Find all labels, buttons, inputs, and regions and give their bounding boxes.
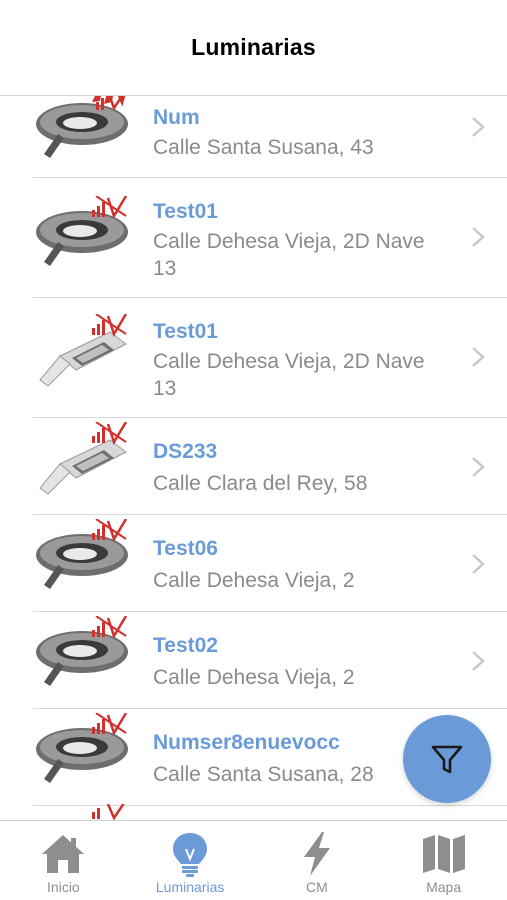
nav-header: Luminarias	[0, 0, 507, 96]
round-streetlight-icon	[30, 518, 130, 595]
tab-label: CM	[305, 879, 328, 895]
luminaire-address: Calle Santa Susana, 43	[153, 136, 374, 159]
chevron-right-icon	[472, 117, 485, 137]
tab-bar: Inicio Luminarias CM Mapa	[0, 820, 507, 900]
luminaire-name: Test01	[153, 200, 218, 223]
luminaire-address: Calle Dehesa Vieja, 2D Nave 13	[153, 230, 425, 280]
chevron-right-icon	[472, 227, 485, 247]
rectangular-streetlight-icon	[30, 313, 130, 390]
luminaire-address: Calle Dehesa Vieja, 2	[153, 666, 355, 689]
luminaire-name: Test06	[153, 537, 218, 560]
tab-luminarias[interactable]: Luminarias	[127, 821, 254, 900]
list-item[interactable]	[0, 799, 507, 820]
lightbulb-icon	[166, 831, 214, 877]
map-icon	[420, 831, 468, 877]
home-icon	[39, 831, 87, 877]
chevron-right-icon	[472, 554, 485, 574]
tab-label: Mapa	[426, 879, 462, 895]
luminaire-list[interactable]: Num Calle Santa Susana, 43 Test01 Calle …	[0, 96, 507, 820]
round-streetlight-icon	[30, 195, 130, 272]
luminaire-address: Calle Dehesa Vieja, 2	[153, 569, 355, 592]
round-streetlight-icon	[30, 712, 130, 789]
luminaire-name: Num	[153, 106, 200, 129]
list-item[interactable]: Num Calle Santa Susana, 43	[0, 96, 507, 178]
chevron-right-icon	[472, 347, 485, 367]
list-item[interactable]: Test01 Calle Dehesa Vieja, 2D Nave 13	[0, 298, 507, 418]
luminaire-name: Numser8enuevocc	[153, 731, 340, 754]
tab-cm[interactable]: CM	[254, 821, 381, 900]
luminaire-name: DS233	[153, 440, 218, 463]
luminaire-address: Calle Dehesa Vieja, 2D Nave 13	[153, 350, 425, 400]
tab-inicio[interactable]: Inicio	[0, 821, 127, 900]
round-streetlight-icon	[30, 615, 130, 692]
luminaire-name: Test02	[153, 634, 218, 657]
luminaire-address: Calle Clara del Rey, 58	[153, 472, 368, 495]
list-item[interactable]: Test02 Calle Dehesa Vieja, 2	[0, 612, 507, 709]
list-item[interactable]: Test01 Calle Dehesa Vieja, 2D Nave 13	[0, 178, 507, 298]
filter-icon	[431, 745, 463, 774]
tab-mapa[interactable]: Mapa	[380, 821, 507, 900]
filter-button[interactable]	[403, 715, 491, 803]
list-item[interactable]: Test06 Calle Dehesa Vieja, 2	[0, 515, 507, 612]
rectangular-streetlight-icon	[30, 421, 130, 498]
tab-label: Luminarias	[155, 879, 225, 895]
lightning-icon	[293, 831, 341, 877]
round-streetlight-icon	[30, 96, 130, 164]
chevron-right-icon	[472, 457, 485, 477]
page-title: Luminarias	[191, 34, 316, 60]
round-streetlight-icon	[30, 799, 130, 820]
tab-label: Inicio	[47, 879, 80, 895]
list-item[interactable]: DS233 Calle Clara del Rey, 58	[0, 418, 507, 515]
chevron-right-icon	[472, 651, 485, 671]
luminaire-name: Test01	[153, 320, 218, 343]
